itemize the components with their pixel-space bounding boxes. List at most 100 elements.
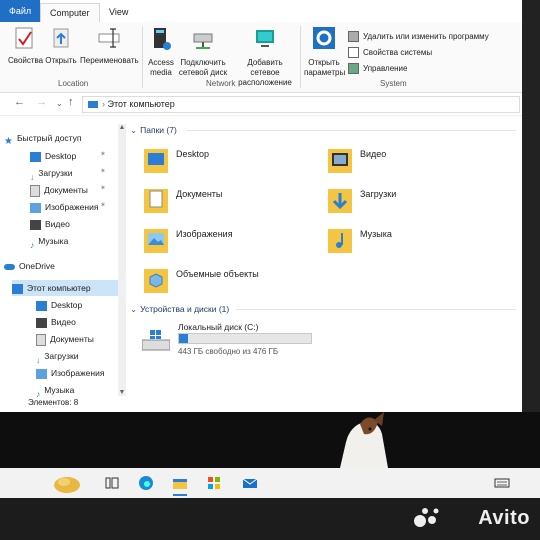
nav-quick-desktop[interactable]: Desktop bbox=[30, 148, 76, 164]
rename-button[interactable]: Переименовать bbox=[80, 26, 139, 66]
folder-music-icon bbox=[328, 229, 352, 253]
nav-quick-documents[interactable]: Документы bbox=[30, 182, 88, 198]
location-group-label: Location bbox=[58, 79, 89, 88]
nav-item-label: Desktop bbox=[51, 300, 83, 310]
task-view-icon[interactable] bbox=[104, 475, 120, 491]
map-drive-label-1: Подключить bbox=[180, 58, 226, 67]
manage-button[interactable]: Управление bbox=[348, 63, 407, 75]
mail-icon[interactable] bbox=[242, 475, 258, 491]
windows-drive-icon bbox=[142, 330, 170, 351]
rename-label: Переименовать bbox=[80, 56, 139, 65]
nav-quick-downloads[interactable]: ↓ Загрузки bbox=[30, 165, 72, 182]
nav-pc-desktop[interactable]: Desktop bbox=[36, 297, 82, 313]
desktop-icon bbox=[36, 300, 47, 311]
nav-quick-pictures[interactable]: Изображения bbox=[30, 199, 98, 215]
nav-pc-music[interactable]: ♪ Музыка bbox=[36, 382, 75, 399]
properties-button[interactable]: Свойства bbox=[8, 26, 43, 66]
avito-logo-icon bbox=[414, 508, 439, 527]
touch-keyboard-icon[interactable] bbox=[494, 475, 510, 491]
nav-item-label: Видео bbox=[51, 317, 76, 327]
nav-pc-downloads[interactable]: ↓ Загрузки bbox=[36, 348, 78, 365]
pin-icon: ✶ bbox=[100, 202, 106, 209]
scroll-down-icon[interactable]: ▼ bbox=[118, 389, 126, 396]
section-divider bbox=[186, 130, 516, 131]
folder-desktop-icon bbox=[144, 149, 168, 173]
collapse-chevron-icon: ⌄ bbox=[130, 125, 138, 135]
nav-item-label: Изображения bbox=[51, 368, 105, 378]
network-location-icon bbox=[256, 30, 274, 47]
folder-videos-icon bbox=[328, 149, 352, 173]
uninstall-program-button[interactable]: Удалить или изменить программу bbox=[348, 31, 489, 43]
recent-chevron-icon[interactable]: ⌄ bbox=[56, 99, 63, 108]
edge-browser-icon[interactable] bbox=[138, 475, 154, 491]
forward-arrow-icon[interactable]: → bbox=[36, 96, 47, 108]
open-button[interactable]: Открыть bbox=[44, 26, 78, 66]
folders-section-header[interactable]: ⌄ Папки (7) bbox=[130, 125, 177, 136]
tab-view[interactable]: View bbox=[100, 3, 137, 22]
access-media-label-2: media bbox=[150, 68, 172, 77]
system-group-label: System bbox=[380, 79, 407, 88]
folder-name: Изображения bbox=[176, 229, 233, 239]
nav-pc-documents[interactable]: Документы bbox=[36, 331, 94, 347]
nav-onedrive[interactable]: OneDrive bbox=[4, 258, 55, 274]
microsoft-store-icon[interactable] bbox=[206, 475, 222, 491]
folder-name: Объемные объекты bbox=[176, 269, 259, 279]
system-properties-icon bbox=[348, 47, 359, 59]
access-media-label-1: Access bbox=[148, 58, 174, 67]
media-server-icon bbox=[154, 28, 171, 50]
address-bar-row: ← → ⌄ ↑ › Этот компьютер bbox=[0, 93, 522, 116]
folder-name: Музыка bbox=[360, 229, 392, 239]
computer-icon bbox=[12, 283, 23, 294]
nav-item-label: Документы bbox=[50, 334, 94, 344]
nav-scrollbar[interactable]: ▲ ▼ bbox=[118, 124, 126, 396]
network-group-label: Network bbox=[206, 79, 236, 88]
section-divider bbox=[236, 309, 516, 310]
nav-quick-videos[interactable]: Видео bbox=[30, 216, 70, 232]
system-properties-button[interactable]: Свойства системы bbox=[348, 47, 432, 59]
monitor-bezel bbox=[0, 498, 540, 540]
nav-item-label: Видео bbox=[45, 219, 70, 229]
nav-this-pc[interactable]: Этот компьютер bbox=[12, 280, 118, 296]
open-settings-label-1: Открыть bbox=[308, 58, 340, 67]
map-drive-label-2: сетевой диск bbox=[178, 68, 228, 77]
tab-file[interactable]: Файл bbox=[0, 0, 41, 22]
taskbar bbox=[0, 468, 540, 498]
open-settings-button[interactable]: Открыть параметры bbox=[304, 26, 345, 78]
nav-item-label: Музыка bbox=[44, 385, 75, 395]
scroll-up-icon[interactable]: ▲ bbox=[118, 124, 126, 131]
videos-icon bbox=[36, 317, 47, 328]
weather-icon[interactable] bbox=[52, 472, 82, 494]
breadcrumb-this-pc[interactable]: Этот компьютер bbox=[108, 99, 175, 109]
open-icon bbox=[53, 28, 69, 48]
nav-quick-access-label: Быстрый доступ bbox=[16, 133, 82, 143]
settings-gear-icon bbox=[313, 27, 335, 49]
file-explorer-window: Файл Computer View Свойства Открыть Пере… bbox=[0, 0, 522, 412]
dog-image bbox=[340, 412, 388, 468]
pictures-icon bbox=[30, 202, 41, 213]
desktop-icon bbox=[30, 151, 41, 162]
computer-icon bbox=[88, 101, 98, 109]
content-pane bbox=[128, 118, 522, 398]
back-arrow-icon[interactable]: ← bbox=[14, 96, 25, 108]
nav-pc-pictures[interactable]: Изображения bbox=[36, 365, 104, 381]
nav-quick-access[interactable]: ★ Быстрый доступ bbox=[4, 130, 82, 147]
folder-name: Desktop bbox=[176, 149, 210, 159]
navigation-pane: ★ Быстрый доступ Desktop ✶ ↓ Загрузки ✶ До… bbox=[0, 124, 126, 399]
map-network-drive-button[interactable]: Подключить сетевой диск bbox=[176, 26, 230, 78]
drive-free-space: 443 ГБ свободно из 476 ГБ bbox=[178, 347, 279, 356]
drive-name: Локальный диск (C:) bbox=[178, 322, 259, 332]
open-label: Открыть bbox=[45, 56, 77, 65]
programs-icon bbox=[348, 31, 359, 43]
access-media-button[interactable]: Access media bbox=[146, 26, 176, 78]
devices-section-header[interactable]: ⌄ Устройства и диски (1) bbox=[130, 304, 229, 315]
nav-quick-music[interactable]: ♪ Музыка bbox=[30, 233, 68, 250]
videos-icon bbox=[30, 219, 41, 230]
tab-computer[interactable]: Computer bbox=[40, 3, 100, 24]
collapse-chevron-icon: ⌄ bbox=[130, 304, 138, 314]
up-arrow-icon[interactable]: ↑ bbox=[68, 96, 74, 108]
file-explorer-taskbar-icon[interactable] bbox=[172, 475, 188, 491]
nav-pc-videos[interactable]: Видео bbox=[36, 314, 76, 330]
address-path[interactable]: › Этот компьютер bbox=[82, 96, 520, 113]
folder-documents-icon bbox=[144, 189, 168, 213]
add-network-location-button[interactable]: Добавить сетевое расположение bbox=[232, 26, 298, 88]
